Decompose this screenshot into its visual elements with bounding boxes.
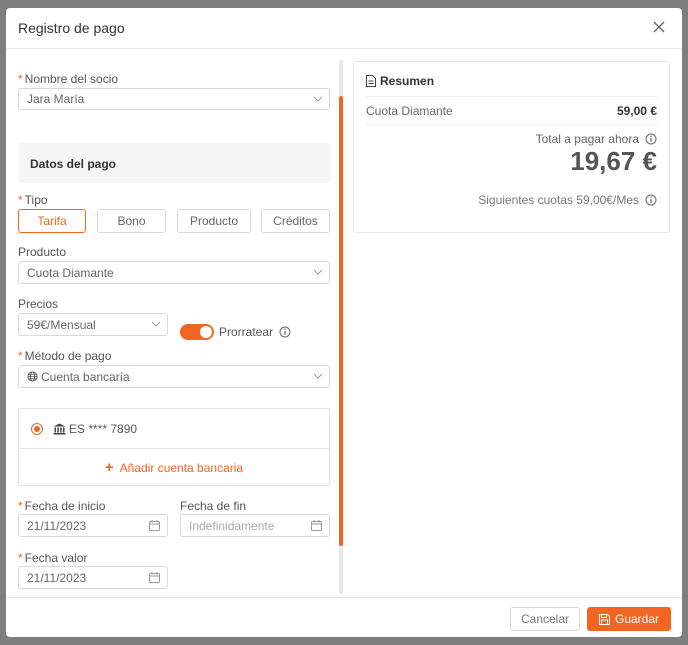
total-amount: 19,67 € [570, 146, 657, 176]
bank-account-radio[interactable] [31, 422, 43, 435]
globe-icon [27, 371, 38, 382]
summary-title: Resumen [366, 74, 434, 88]
close-icon[interactable] [652, 20, 668, 36]
tipo-bono-button[interactable]: Bono [97, 209, 166, 233]
producto-value: Cuota Diamante [27, 265, 114, 280]
info-icon[interactable] [645, 194, 657, 206]
chevron-down-icon [313, 373, 323, 379]
modal-footer: Cancelar Guardar [6, 597, 682, 637]
payment-modal: Registro de pago * Nombre del socio Jara … [6, 8, 682, 637]
fecha-valor-label: * Fecha valor [18, 551, 88, 565]
summary-line-label: Cuota Diamante [366, 104, 453, 118]
metodo-value: Cuenta bancaría [41, 369, 130, 384]
prorratear-label: Prorratear [219, 325, 291, 339]
tipo-label: * Tipo [18, 193, 48, 207]
tipo-producto-button[interactable]: Producto [177, 209, 251, 233]
bank-account-box: ES **** 7890 + Añadir cuenta bancaria [18, 408, 330, 486]
fecha-inicio-value: 21/11/2023 [27, 518, 87, 533]
modal-header: Registro de pago [6, 8, 682, 49]
socio-value: Jara María [27, 92, 85, 106]
bank-account-option[interactable]: ES **** 7890 [19, 409, 329, 449]
section-title: Datos del pago [30, 157, 117, 171]
calendar-icon [311, 520, 322, 531]
metodo-select[interactable]: Cuenta bancaría [18, 365, 330, 388]
calendar-icon [149, 520, 160, 531]
summary-line-value: 59,00 € [616, 104, 657, 118]
fecha-valor-input[interactable]: 21/11/2023 [18, 566, 168, 589]
fecha-inicio-label: * Fecha de inicio [18, 499, 106, 513]
cancel-button[interactable]: Cancelar [510, 607, 580, 631]
modal-title: Registro de pago [18, 20, 125, 36]
calendar-icon [149, 572, 160, 583]
chevron-down-icon [151, 321, 161, 327]
tipo-tarifa-button[interactable]: Tarifa [18, 209, 86, 233]
bank-icon [53, 423, 66, 434]
form-scrollbar[interactable] [339, 60, 343, 594]
producto-select[interactable]: Cuota Diamante [18, 261, 330, 284]
next-installments-label: Siguientes cuotas 59,00€/Mes [478, 193, 657, 207]
info-icon[interactable] [645, 133, 657, 145]
section-header: Datos del pago [18, 143, 330, 183]
producto-label: Producto [18, 245, 67, 259]
scrollbar-thumb[interactable] [339, 96, 343, 546]
total-label: Total a pagar ahora [536, 132, 657, 146]
divider [366, 124, 657, 125]
precios-select[interactable]: 59€/Mensual [18, 313, 168, 336]
save-icon [598, 613, 610, 625]
fecha-fin-placeholder: Indefinidamente [189, 518, 275, 533]
precios-value: 59€/Mensual [27, 317, 96, 332]
toggle-knob [200, 326, 212, 338]
add-bank-account-button[interactable]: + Añadir cuenta bancaria [19, 449, 329, 486]
bank-account-number: ES **** 7890 [69, 421, 138, 436]
socio-select[interactable]: Jara María [18, 88, 330, 110]
info-icon[interactable] [279, 326, 291, 338]
save-label: Guardar [614, 612, 660, 626]
document-icon [366, 75, 376, 87]
save-button[interactable]: Guardar [587, 607, 671, 631]
chevron-down-icon [313, 269, 323, 275]
precios-label: Precios [18, 297, 59, 311]
add-bank-label: Añadir cuenta bancaria [119, 460, 244, 475]
summary-panel: Resumen Cuota Diamante 59,00 € Total a p… [353, 61, 670, 233]
plus-icon: + [104, 459, 114, 476]
fecha-inicio-input[interactable]: 21/11/2023 [18, 514, 168, 537]
prorratear-toggle[interactable] [180, 324, 214, 340]
metodo-label: * Método de pago [18, 349, 112, 363]
fecha-valor-value: 21/11/2023 [27, 570, 87, 585]
chevron-down-icon [313, 96, 323, 102]
payment-form: * Nombre del socio Jara María Datos del p… [18, 60, 330, 594]
divider [366, 96, 657, 97]
fecha-fin-label: Fecha de fin [180, 499, 247, 513]
socio-label: * Nombre del socio [18, 72, 119, 86]
fecha-fin-input[interactable]: Indefinidamente [180, 514, 330, 537]
tipo-creditos-button[interactable]: Créditos [261, 209, 330, 233]
